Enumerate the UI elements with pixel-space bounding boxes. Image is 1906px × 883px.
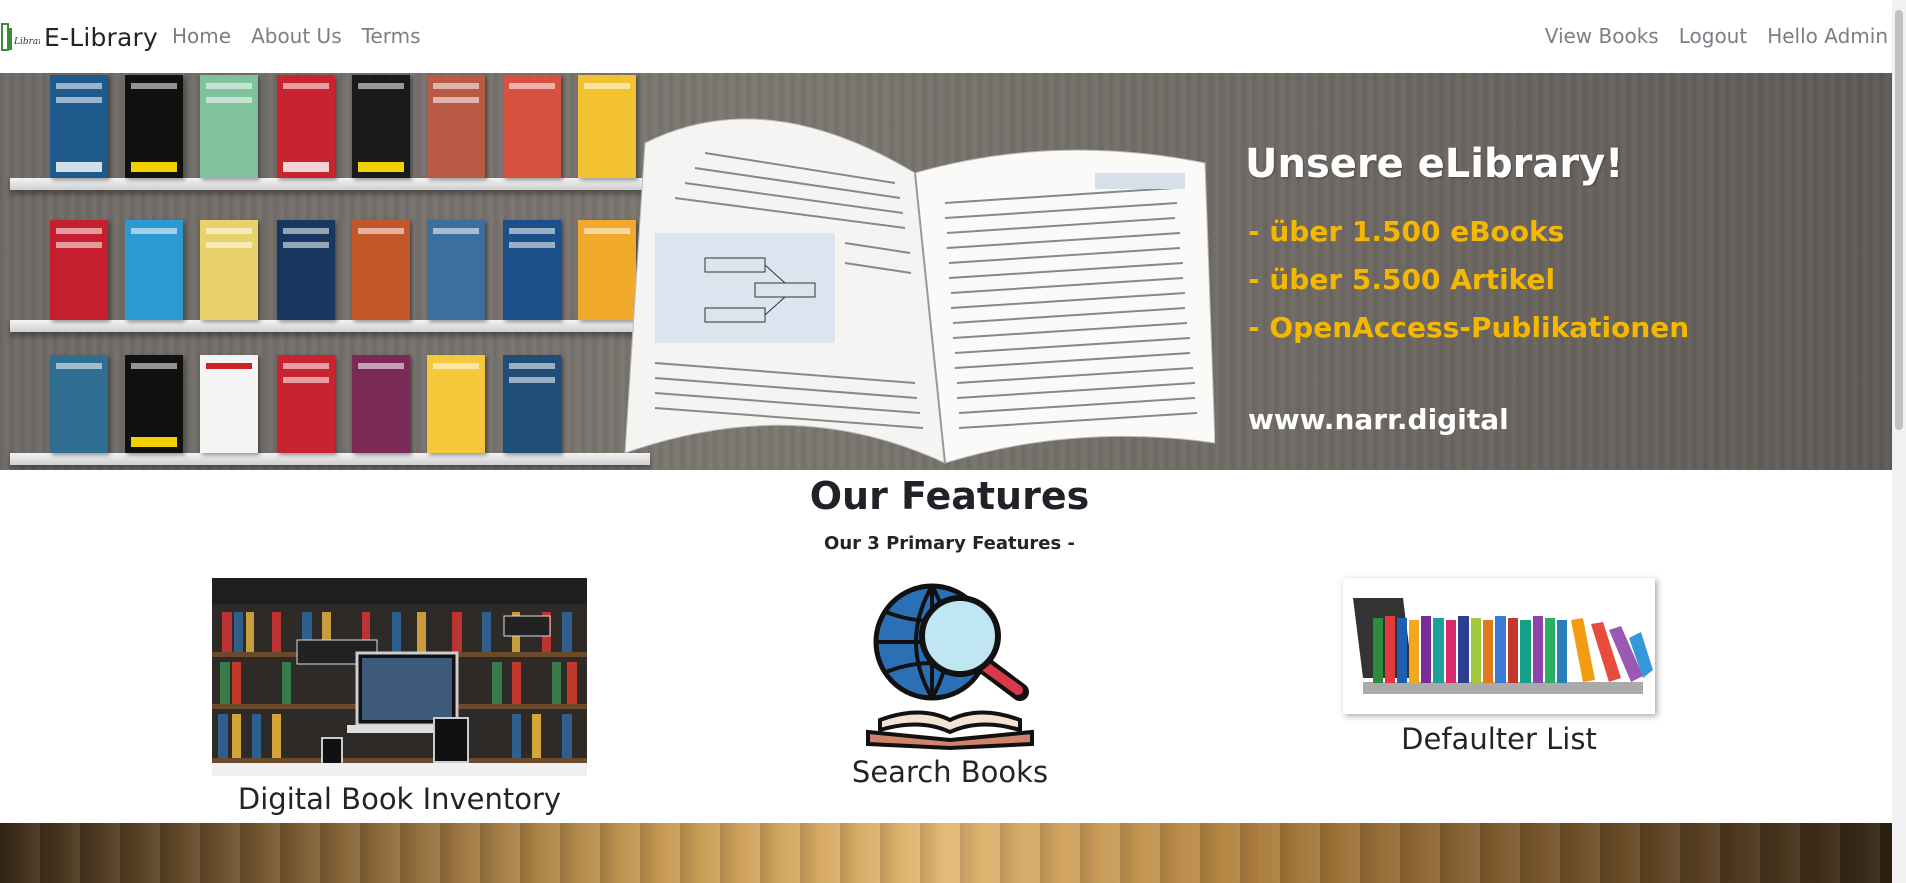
bookshelf-laptop-image bbox=[212, 578, 587, 776]
hero-banner: Unsere eLibrary! - über 1.500 eBooks - ü… bbox=[0, 73, 1899, 470]
nav-user-greeting[interactable]: Hello Admin bbox=[1767, 24, 1888, 48]
shelf-book bbox=[503, 220, 561, 320]
shelf-book bbox=[352, 75, 410, 178]
elibrary-logo-icon: Library bbox=[1, 23, 40, 51]
feature-title-defaulter: Defaulter List bbox=[1401, 722, 1597, 756]
shelf-book bbox=[427, 220, 485, 320]
hero-website-url: www.narr.digital bbox=[1248, 403, 1509, 436]
brand-name: E-Library bbox=[44, 22, 159, 52]
shelf-book bbox=[352, 220, 410, 320]
shelf-book bbox=[200, 75, 258, 178]
feature-title-search: Search Books bbox=[851, 755, 1049, 789]
scrollbar-thumb[interactable] bbox=[1895, 10, 1903, 430]
nav-right-links: View Books Logout Hello Admin bbox=[1545, 24, 1888, 48]
shelf-book bbox=[352, 355, 410, 453]
nav-view-books-link[interactable]: View Books bbox=[1545, 24, 1659, 48]
shelf-middle bbox=[10, 320, 650, 332]
nav-terms-link[interactable]: Terms bbox=[362, 24, 421, 48]
shelf-book bbox=[50, 75, 108, 178]
feature-card-inventory[interactable]: Digital Book Inventory bbox=[212, 578, 587, 816]
shelf-book bbox=[50, 355, 108, 453]
nav-logout-link[interactable]: Logout bbox=[1679, 24, 1747, 48]
brand-link[interactable]: Library E-Library bbox=[0, 20, 158, 54]
nav-left-links: Home About Us Terms bbox=[172, 24, 421, 48]
shelf-book bbox=[427, 355, 485, 453]
shelf-book bbox=[200, 220, 258, 320]
shelf-book bbox=[277, 75, 335, 178]
nav-home-link[interactable]: Home bbox=[172, 24, 231, 48]
shelf-book bbox=[277, 355, 335, 453]
hero-bullet-openaccess: - OpenAccess-Publikationen bbox=[1248, 311, 1690, 344]
shelf-book bbox=[125, 355, 183, 453]
laptop-books-image bbox=[1343, 578, 1655, 714]
open-book-illustration bbox=[624, 118, 1215, 464]
features-heading: Our Features bbox=[809, 474, 1090, 518]
feature-card-search[interactable]: Search Books bbox=[800, 580, 1100, 789]
shelf-top bbox=[10, 178, 650, 190]
nav-about-link[interactable]: About Us bbox=[251, 24, 342, 48]
shelf-book bbox=[503, 75, 561, 178]
shelf-book bbox=[125, 220, 183, 320]
feature-title-inventory: Digital Book Inventory bbox=[237, 782, 562, 816]
shelf-book bbox=[125, 75, 183, 178]
globe-search-book-icon bbox=[866, 583, 1034, 751]
shelf-book bbox=[503, 355, 561, 453]
hero-headline: Unsere eLibrary! bbox=[1245, 141, 1624, 187]
feature-card-defaulter[interactable]: Defaulter List bbox=[1343, 578, 1655, 756]
hero-bullet-ebooks: - über 1.500 eBooks bbox=[1248, 215, 1565, 248]
top-navbar: Library E-Library Home About Us Terms Vi… bbox=[0, 0, 1906, 73]
page-scrollbar[interactable] bbox=[1892, 0, 1906, 883]
bottom-library-banner bbox=[0, 823, 1899, 883]
shelf-book bbox=[427, 75, 485, 178]
shelf-book bbox=[277, 220, 335, 320]
hero-bullet-articles: - über 5.500 Artikel bbox=[1248, 263, 1556, 296]
shelf-book bbox=[200, 355, 258, 453]
features-subheading: Our 3 Primary Features - bbox=[824, 533, 1075, 554]
shelf-book bbox=[50, 220, 108, 320]
svg-text:Library: Library bbox=[13, 37, 40, 47]
shelf-bottom bbox=[10, 453, 650, 465]
